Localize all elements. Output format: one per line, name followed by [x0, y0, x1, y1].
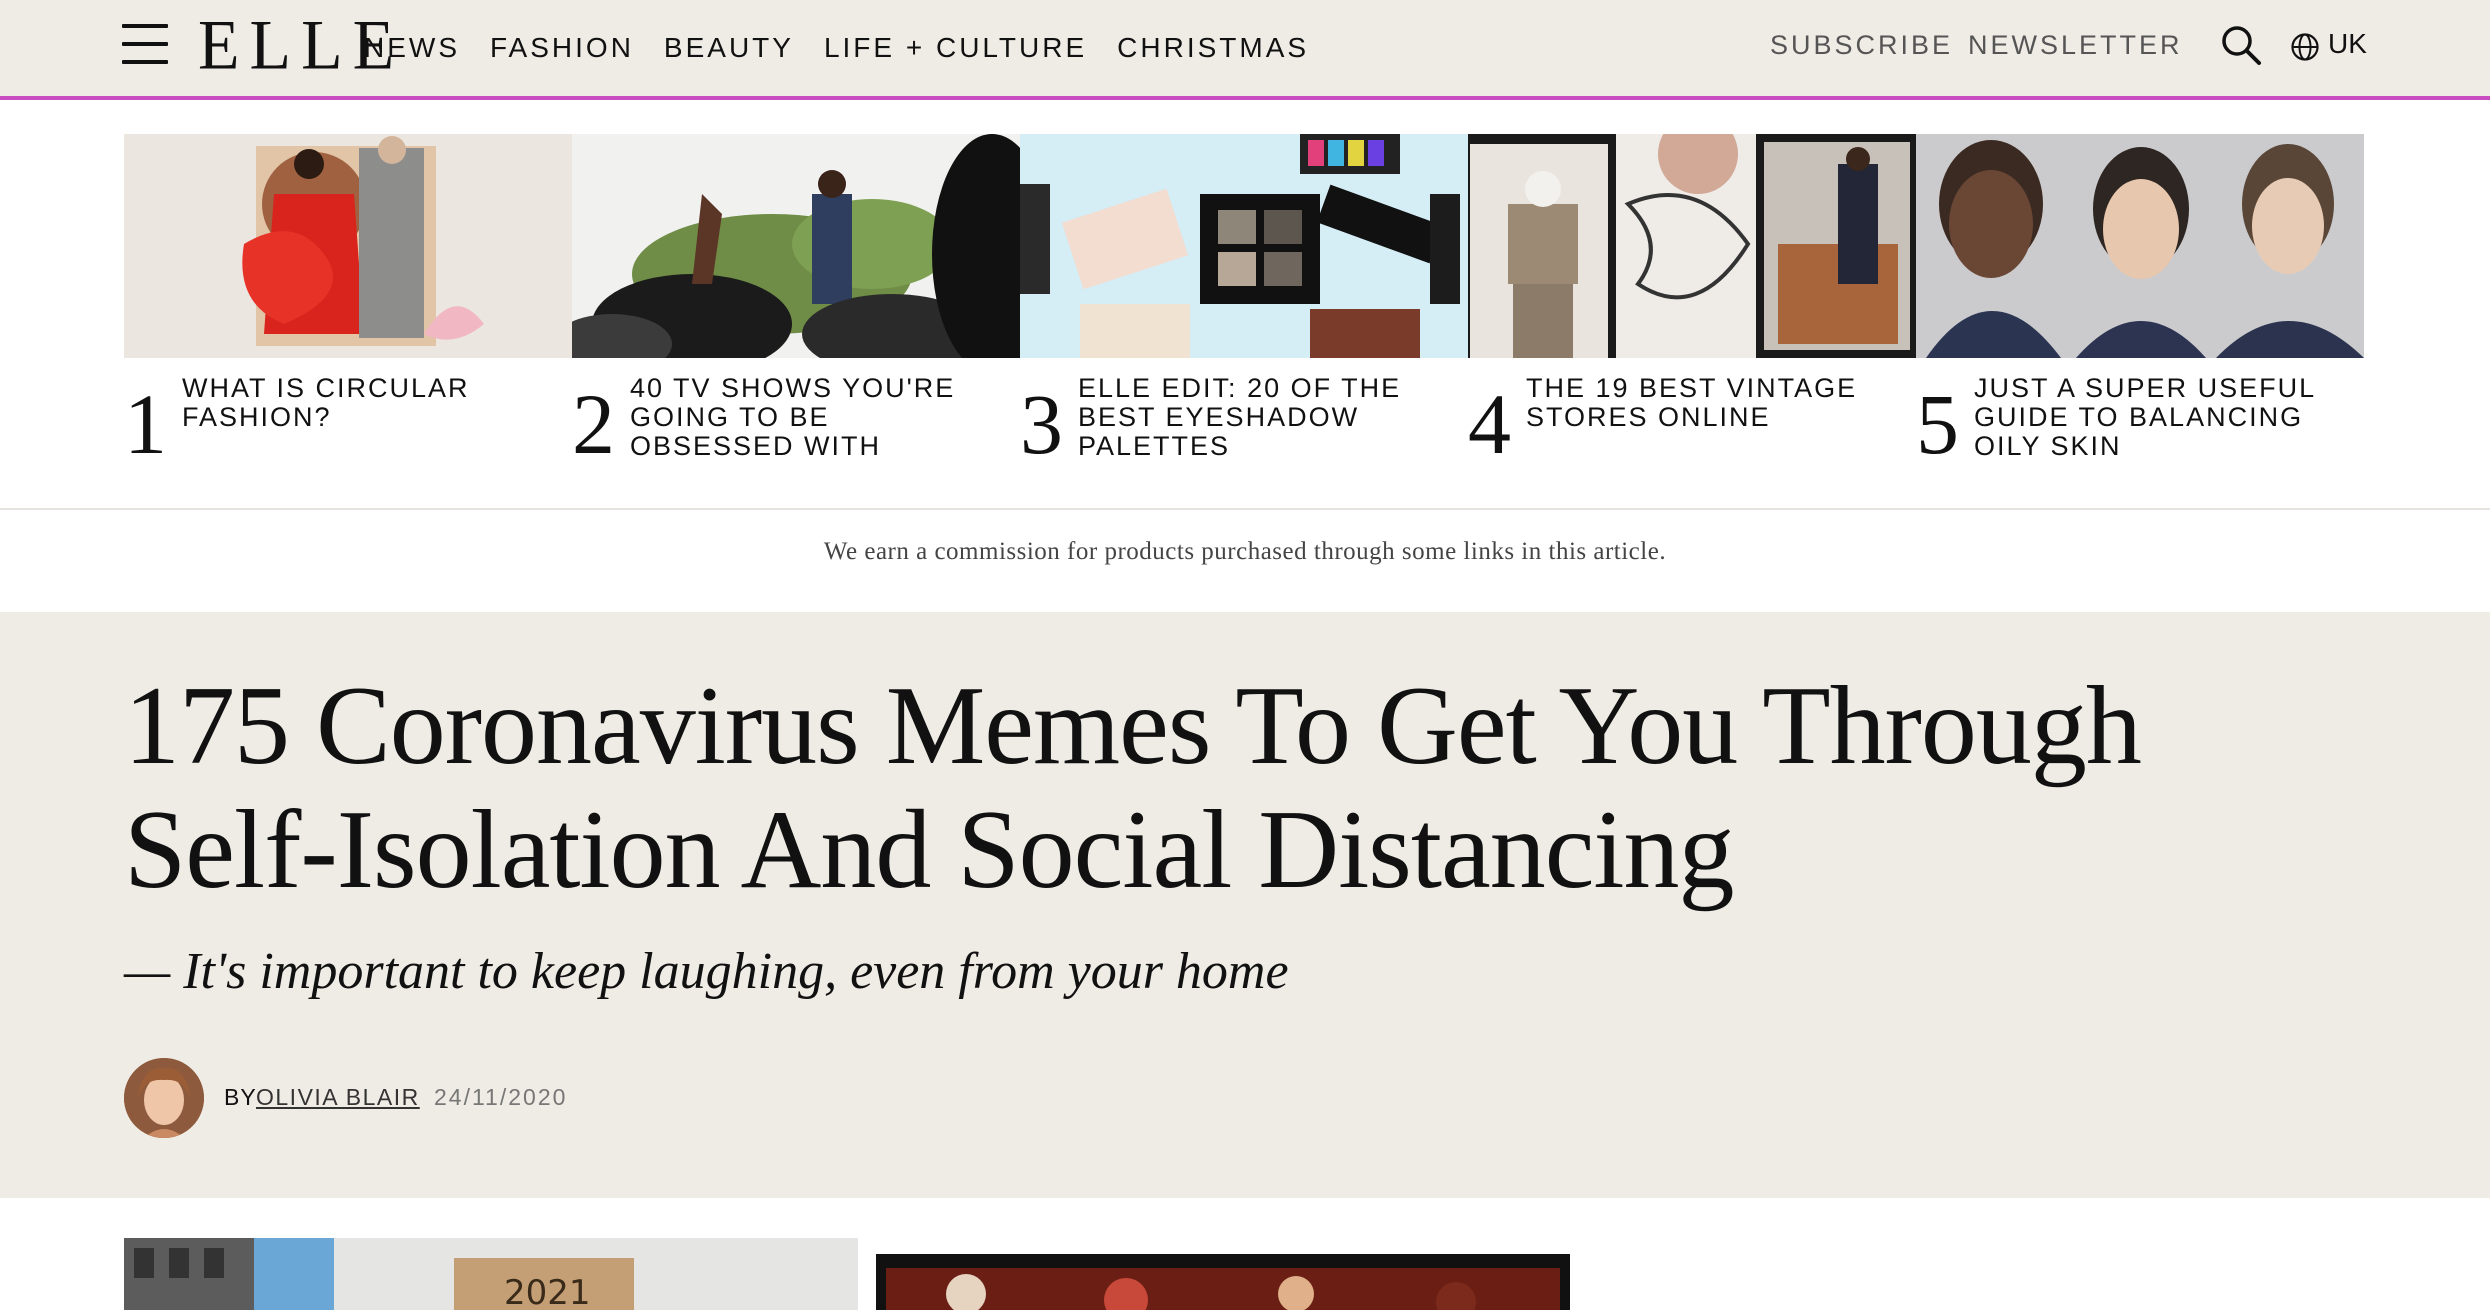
author-avatar[interactable] — [124, 1058, 204, 1138]
subscribe-link[interactable]: SUBSCRIBE — [1770, 30, 1953, 61]
trending-item[interactable]: 1 WHAT IS CIRCULAR FASHION? — [124, 134, 572, 474]
trending-item[interactable]: 3 ELLE EDIT: 20 OF THE BEST EYESHADOW PA… — [1020, 134, 1468, 474]
section-divider — [0, 508, 2490, 510]
nav-life-culture[interactable]: LIFE + CULTURE — [824, 30, 1087, 66]
trending-strip: 1 WHAT IS CIRCULAR FASHION? 2 40 TV SHOW… — [124, 134, 2364, 474]
site-header: ELLE NEWS FASHION BEAUTY LIFE + CULTURE … — [0, 0, 2490, 100]
search-icon[interactable] — [2220, 24, 2262, 66]
article-headline: 175 Coronavirus Memes To Get You Through… — [124, 664, 2142, 912]
globe-icon[interactable] — [2290, 32, 2320, 62]
article-image: 2021 — [124, 1238, 858, 1310]
trending-number: 4 — [1468, 376, 1511, 472]
nav-beauty[interactable]: BEAUTY — [664, 30, 794, 66]
trending-image — [1468, 134, 1916, 358]
trending-number: 5 — [1916, 376, 1959, 472]
nav-fashion[interactable]: FASHION — [490, 30, 634, 66]
trending-number: 3 — [1020, 376, 1063, 472]
trending-image — [1916, 134, 2364, 358]
nav-christmas[interactable]: CHRISTMAS — [1117, 30, 1309, 66]
article-dek: — It's important to keep laughing, even … — [124, 943, 1289, 1000]
trending-item[interactable]: 5 JUST A SUPER USEFUL GUIDE TO BALANCING… — [1916, 134, 2364, 474]
newsletter-link[interactable]: NEWSLETTER — [1968, 30, 2183, 61]
trending-title[interactable]: 40 TV SHOWS YOU'RE GOING TO BE OBSESSED … — [630, 374, 1000, 461]
author-link[interactable]: OLIVIA BLAIR — [256, 1084, 420, 1111]
nav-news[interactable]: NEWS — [364, 30, 460, 66]
trending-title[interactable]: ELLE EDIT: 20 OF THE BEST EYESHADOW PALE… — [1078, 374, 1448, 461]
trending-item[interactable]: 2 40 TV SHOWS YOU'RE GOING TO BE OBSESSE… — [572, 134, 1020, 474]
by-label: BY — [224, 1084, 257, 1110]
region-selector[interactable]: UK — [2328, 28, 2367, 60]
trending-image — [1020, 134, 1468, 358]
trending-image — [124, 134, 572, 358]
publish-date: 24/11/2020 — [434, 1084, 568, 1110]
trending-item[interactable]: 4 THE 19 BEST VINTAGE STORES ONLINE — [1468, 134, 1916, 474]
trending-title[interactable]: JUST A SUPER USEFUL GUIDE TO BALANCING O… — [1974, 374, 2344, 461]
svg-text:2021: 2021 — [504, 1273, 591, 1310]
main-nav: NEWS FASHION BEAUTY LIFE + CULTURE CHRIS… — [364, 30, 1339, 66]
trending-title[interactable]: THE 19 BEST VINTAGE STORES ONLINE — [1526, 374, 1896, 432]
trending-image — [572, 134, 1020, 358]
article-image — [876, 1254, 1570, 1310]
commission-disclaimer: We earn a commission for products purcha… — [823, 538, 1667, 565]
trending-number: 2 — [572, 376, 615, 472]
article-header: 175 Coronavirus Memes To Get You Through… — [0, 612, 2490, 1198]
trending-number: 1 — [124, 376, 167, 472]
menu-icon[interactable] — [122, 22, 168, 66]
trending-title[interactable]: WHAT IS CIRCULAR FASHION? — [182, 374, 552, 432]
